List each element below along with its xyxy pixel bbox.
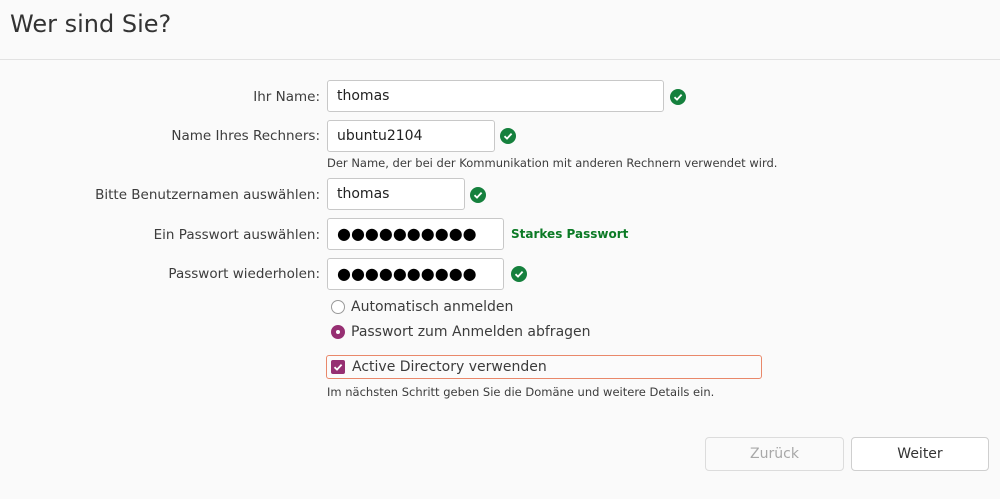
page-title: Wer sind Sie? [10,10,172,38]
auto-login-radio[interactable] [331,300,345,314]
back-button[interactable]: Zurück [705,437,844,471]
checkmark-icon[interactable] [331,360,345,374]
ask-password-option[interactable]: Passwort zum Anmelden abfragen [331,324,591,340]
password-strength-indicator: Starkes Passwort [511,227,629,241]
repeat-password-valid-check-icon [511,266,527,282]
name-label: Ihr Name: [253,89,320,105]
password-label: Ein Passwort auswählen: [153,227,320,243]
name-input[interactable] [327,80,664,112]
auto-login-label: Automatisch anmelden [351,299,514,315]
auto-login-option[interactable]: Automatisch anmelden [331,299,513,315]
repeat-password-input[interactable]: ●●●●●●●●●● [327,258,504,290]
ask-password-label: Passwort zum Anmelden abfragen [351,324,591,340]
username-valid-check-icon [470,187,486,203]
active-directory-option[interactable]: Active Directory verwenden [326,355,762,379]
username-input[interactable] [327,178,465,210]
computer-name-hint: Der Name, der bei der Kommunikation mit … [327,156,778,170]
name-valid-check-icon [670,89,686,105]
password-input[interactable]: ●●●●●●●●●● [327,218,504,250]
computer-name-input[interactable] [327,120,495,152]
repeat-password-label: Passwort wiederholen: [168,266,320,282]
header-divider [0,59,1000,60]
computer-name-valid-check-icon [500,128,516,144]
next-button[interactable]: Weiter [851,437,989,471]
computer-name-label: Name Ihres Rechners: [171,128,320,144]
ask-password-radio[interactable] [331,325,345,339]
active-directory-hint: Im nächsten Schritt geben Sie die Domäne… [327,385,715,399]
username-label: Bitte Benutzernamen auswählen: [95,187,320,203]
active-directory-label: Active Directory verwenden [352,359,547,375]
